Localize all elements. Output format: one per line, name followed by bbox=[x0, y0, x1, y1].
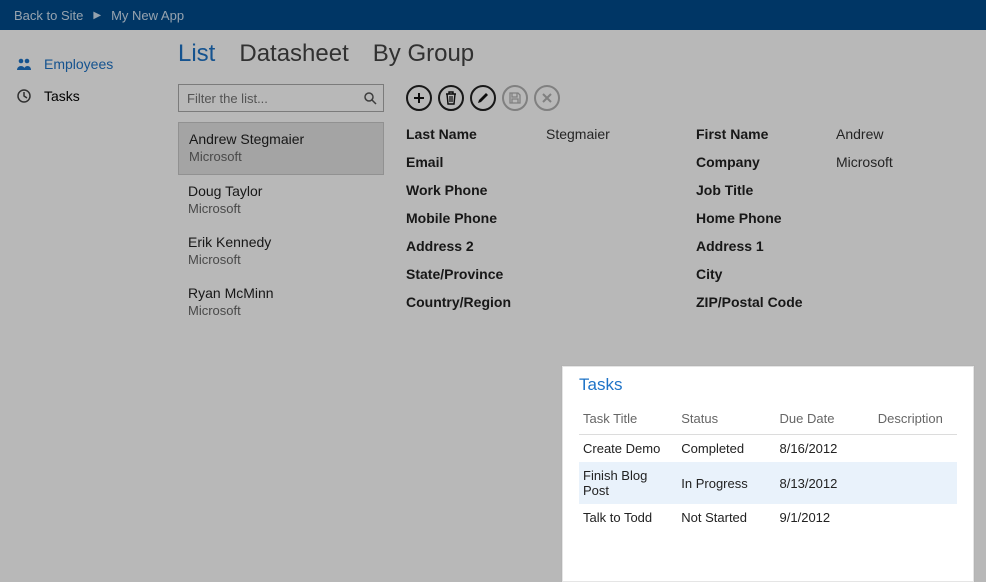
add-button[interactable] bbox=[406, 85, 432, 111]
sidebar-item-employees[interactable]: Employees bbox=[0, 48, 154, 80]
list-item-sub: Microsoft bbox=[188, 252, 374, 267]
tasks-row[interactable]: Create Demo Completed 8/16/2012 bbox=[579, 435, 957, 463]
field-value bbox=[546, 210, 696, 226]
field-value bbox=[836, 294, 966, 310]
detail-fields: Last Name Stegmaier First Name Andrew Em… bbox=[406, 126, 966, 310]
task-due: 8/16/2012 bbox=[776, 435, 874, 463]
list-item-sub: Microsoft bbox=[188, 303, 374, 318]
field-value bbox=[836, 238, 966, 254]
task-status: Completed bbox=[677, 435, 775, 463]
tasks-col-due[interactable]: Due Date bbox=[776, 405, 874, 435]
clock-icon bbox=[16, 88, 32, 104]
chevron-right-icon: ▶ bbox=[93, 10, 101, 21]
field-label: Last Name bbox=[406, 126, 546, 142]
search-input[interactable] bbox=[187, 91, 363, 106]
list-item-name: Andrew Stegmaier bbox=[189, 131, 373, 147]
list-item-sub: Microsoft bbox=[188, 201, 374, 216]
field-label: ZIP/Postal Code bbox=[696, 294, 836, 310]
field-value bbox=[836, 210, 966, 226]
task-title: Talk to Todd bbox=[579, 504, 677, 531]
task-title: Create Demo bbox=[579, 435, 677, 463]
field-label: Email bbox=[406, 154, 546, 170]
delete-button[interactable] bbox=[438, 85, 464, 111]
field-label: Mobile Phone bbox=[406, 210, 546, 226]
app-title-link[interactable]: My New App bbox=[111, 8, 184, 23]
tasks-title: Tasks bbox=[579, 375, 957, 395]
tasks-row[interactable]: Finish Blog Post In Progress 8/13/2012 bbox=[579, 462, 957, 504]
tasks-col-desc[interactable]: Description bbox=[874, 405, 957, 435]
sidebar-item-label: Employees bbox=[44, 56, 113, 72]
field-value bbox=[836, 266, 966, 282]
field-label: First Name bbox=[696, 126, 836, 142]
field-label: Address 1 bbox=[696, 238, 836, 254]
list-item[interactable]: Doug Taylor Microsoft bbox=[178, 175, 384, 226]
list-item-name: Ryan McMinn bbox=[188, 285, 374, 301]
search-icon[interactable] bbox=[363, 91, 377, 105]
tasks-row[interactable]: Talk to Todd Not Started 9/1/2012 bbox=[579, 504, 957, 531]
tab-by-group[interactable]: By Group bbox=[373, 40, 474, 68]
field-label: City bbox=[696, 266, 836, 282]
field-value: Microsoft bbox=[836, 154, 966, 170]
field-value: Andrew bbox=[836, 126, 966, 142]
field-label: Country/Region bbox=[406, 294, 546, 310]
tasks-col-title[interactable]: Task Title bbox=[579, 405, 677, 435]
field-label: State/Province bbox=[406, 266, 546, 282]
list-column: Andrew Stegmaier Microsoft Doug Taylor M… bbox=[178, 84, 384, 328]
search-box[interactable] bbox=[178, 84, 384, 112]
field-label: Address 2 bbox=[406, 238, 546, 254]
tasks-table: Task Title Status Due Date Description C… bbox=[579, 405, 957, 531]
cancel-button bbox=[534, 85, 560, 111]
task-due: 8/13/2012 bbox=[776, 462, 874, 504]
field-value: Stegmaier bbox=[546, 126, 696, 142]
main-content: List Datasheet By Group Andrew Stegmaier… bbox=[154, 30, 986, 582]
tab-list[interactable]: List bbox=[178, 40, 215, 68]
field-value bbox=[546, 154, 696, 170]
record-toolbar bbox=[406, 84, 966, 112]
task-desc bbox=[874, 504, 957, 531]
tasks-panel: Tasks Task Title Status Due Date Descrip… bbox=[562, 366, 974, 582]
save-button bbox=[502, 85, 528, 111]
list-item-name: Erik Kennedy bbox=[188, 234, 374, 250]
top-bar: Back to Site ▶ My New App bbox=[0, 0, 986, 30]
task-status: Not Started bbox=[677, 504, 775, 531]
list-item[interactable]: Erik Kennedy Microsoft bbox=[178, 226, 384, 277]
list-item[interactable]: Ryan McMinn Microsoft bbox=[178, 277, 384, 328]
view-tabs: List Datasheet By Group bbox=[178, 40, 966, 68]
field-label: Job Title bbox=[696, 182, 836, 198]
list-item[interactable]: Andrew Stegmaier Microsoft bbox=[178, 122, 384, 175]
task-desc bbox=[874, 435, 957, 463]
edit-button[interactable] bbox=[470, 85, 496, 111]
people-icon bbox=[16, 56, 32, 72]
field-label: Home Phone bbox=[696, 210, 836, 226]
field-value bbox=[836, 182, 966, 198]
task-due: 9/1/2012 bbox=[776, 504, 874, 531]
back-to-site-link[interactable]: Back to Site bbox=[14, 8, 83, 23]
list-item-name: Doug Taylor bbox=[188, 183, 374, 199]
sidebar-item-label: Tasks bbox=[44, 88, 80, 104]
task-desc bbox=[874, 462, 957, 504]
task-status: In Progress bbox=[677, 462, 775, 504]
field-value bbox=[546, 238, 696, 254]
tasks-col-status[interactable]: Status bbox=[677, 405, 775, 435]
field-label: Company bbox=[696, 154, 836, 170]
tab-datasheet[interactable]: Datasheet bbox=[239, 40, 348, 68]
field-value bbox=[546, 182, 696, 198]
field-value bbox=[546, 266, 696, 282]
list-item-sub: Microsoft bbox=[189, 149, 373, 164]
sidebar: Employees Tasks bbox=[0, 30, 154, 582]
task-title: Finish Blog Post bbox=[579, 462, 677, 504]
detail-column: Last Name Stegmaier First Name Andrew Em… bbox=[406, 84, 966, 328]
field-label: Work Phone bbox=[406, 182, 546, 198]
sidebar-item-tasks[interactable]: Tasks bbox=[0, 80, 154, 112]
field-value bbox=[546, 294, 696, 310]
